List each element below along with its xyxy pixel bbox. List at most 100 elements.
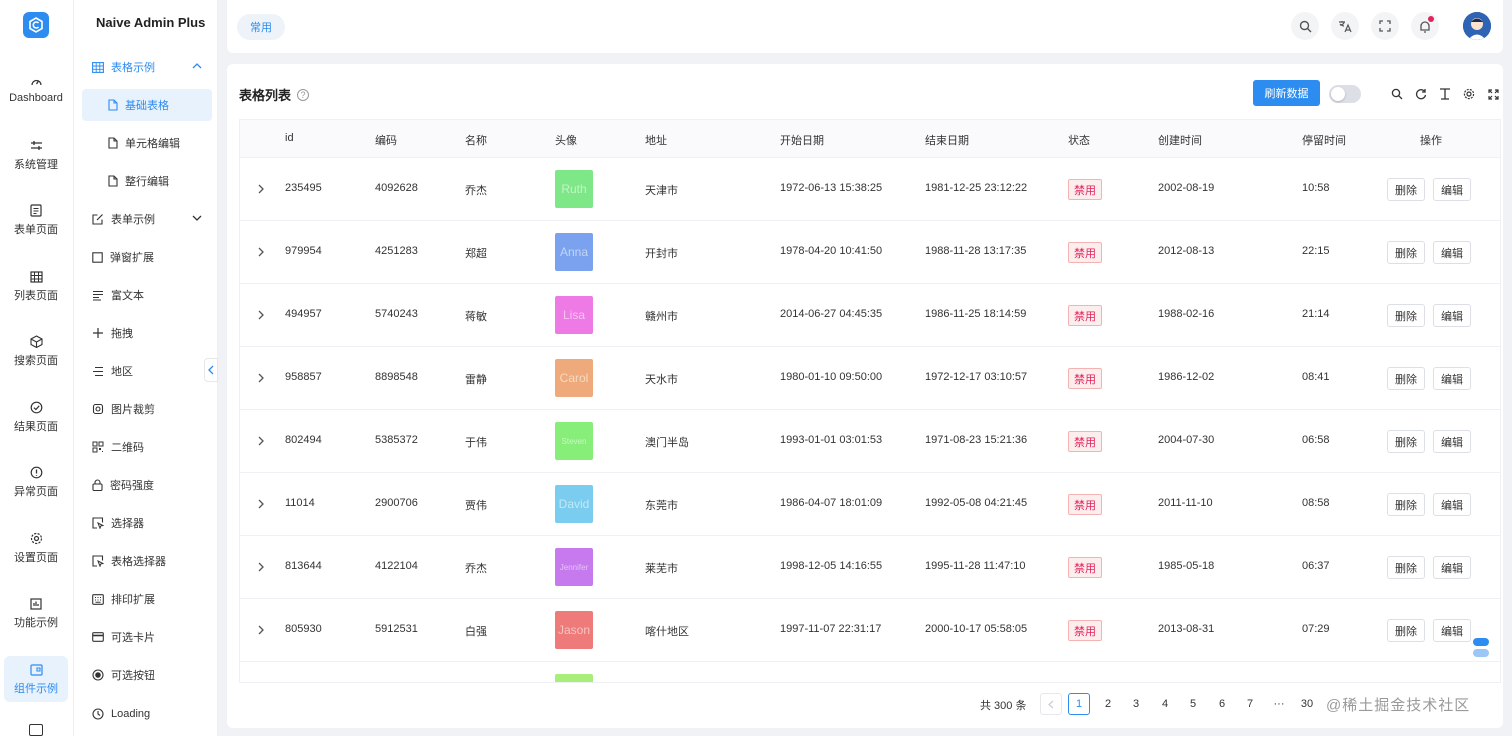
- column-header[interactable]: 开始日期: [780, 132, 824, 148]
- edit-button[interactable]: 编辑: [1433, 304, 1471, 327]
- column-header[interactable]: 头像: [555, 132, 577, 148]
- reload-icon[interactable]: [1414, 87, 1428, 101]
- sidebar-item-4[interactable]: 表单示例: [82, 203, 212, 235]
- pagination-page[interactable]: 7: [1239, 693, 1261, 715]
- expand-row-icon[interactable]: [256, 372, 266, 384]
- notification-bell-icon[interactable]: [1411, 12, 1439, 40]
- column-header[interactable]: 编码: [375, 132, 397, 148]
- sidebar-item-0[interactable]: 表格示例: [82, 51, 212, 83]
- edit-button[interactable]: 编辑: [1433, 493, 1471, 516]
- translate-icon[interactable]: [1331, 12, 1359, 40]
- pagination-page[interactable]: 4: [1154, 693, 1176, 715]
- rail-item-label: 异常页面: [14, 485, 58, 498]
- sidebar-item-2[interactable]: 单元格编辑: [82, 127, 212, 159]
- expand-row-icon[interactable]: [256, 435, 266, 447]
- avatar-text: Lisa: [562, 308, 585, 322]
- rail-item-9[interactable]: 组件示例: [4, 656, 68, 702]
- row-density-icon[interactable]: [1438, 87, 1452, 101]
- sidebar-collapse-button[interactable]: [204, 358, 218, 382]
- fullscreen-icon[interactable]: [1371, 12, 1399, 40]
- floating-toggle[interactable]: [1473, 638, 1489, 660]
- delete-button[interactable]: 删除: [1387, 367, 1425, 390]
- delete-button[interactable]: 删除: [1387, 619, 1425, 642]
- edit-button[interactable]: 编辑: [1433, 241, 1471, 264]
- pagination-ellipsis[interactable]: ···: [1268, 693, 1290, 715]
- sidebar-item-13[interactable]: 表格选择器: [82, 545, 212, 577]
- pagination-page[interactable]: 2: [1097, 693, 1119, 715]
- delete-button[interactable]: 删除: [1387, 178, 1425, 201]
- refresh-data-button[interactable]: 刷新数据: [1253, 80, 1320, 106]
- sidebar-item-11[interactable]: 密码强度: [82, 469, 212, 501]
- table-toggle-switch[interactable]: [1329, 85, 1361, 103]
- expand-row-icon[interactable]: [256, 183, 266, 195]
- sidebar-item-5[interactable]: 弹窗扩展: [82, 241, 212, 273]
- search-icon[interactable]: [1291, 12, 1319, 40]
- column-header[interactable]: id: [285, 132, 294, 144]
- table-search-icon[interactable]: [1390, 87, 1404, 101]
- sidebar-item-6[interactable]: 富文本: [82, 279, 212, 311]
- expand-row-icon[interactable]: [256, 246, 266, 258]
- sidebar-item-8[interactable]: 地区: [82, 355, 212, 387]
- cell-start: 1986-04-07 18:01:09: [780, 497, 883, 509]
- delete-button[interactable]: 删除: [1387, 241, 1425, 264]
- expand-row-icon[interactable]: [256, 498, 266, 510]
- pagination-page[interactable]: 6: [1211, 693, 1233, 715]
- delete-button[interactable]: 删除: [1387, 304, 1425, 327]
- pagination-prev-button[interactable]: [1040, 693, 1062, 715]
- rail-item-6[interactable]: 异常页面: [4, 459, 68, 505]
- rail-item-3[interactable]: 列表页面: [4, 263, 68, 309]
- sidebar-item-3[interactable]: 整行编辑: [82, 165, 212, 197]
- sidebar-item-9[interactable]: 图片裁剪: [82, 393, 212, 425]
- cell-address: 天水市: [645, 374, 678, 386]
- table-fullscreen-icon[interactable]: [1486, 87, 1500, 101]
- sidebar-item-15[interactable]: 可选卡片: [82, 621, 212, 653]
- rail-item-1[interactable]: 系统管理: [4, 132, 68, 178]
- sidebar-item-17[interactable]: Loading: [82, 698, 212, 730]
- edit-button[interactable]: 编辑: [1433, 430, 1471, 453]
- sidebar-item-16[interactable]: 可选按钮: [82, 659, 212, 691]
- cell-start: 1972-06-13 15:38:25: [780, 182, 883, 194]
- column-header[interactable]: 名称: [465, 132, 487, 148]
- expand-row-icon[interactable]: [256, 561, 266, 573]
- rail-item-0[interactable]: Dashboard: [4, 66, 68, 112]
- delete-button[interactable]: 删除: [1387, 430, 1425, 453]
- sidebar-item-1[interactable]: 基础表格: [82, 89, 212, 121]
- column-header[interactable]: 创建时间: [1158, 132, 1202, 148]
- edit-button[interactable]: 编辑: [1433, 178, 1471, 201]
- edit-button[interactable]: 编辑: [1433, 619, 1471, 642]
- expand-row-icon[interactable]: [256, 309, 266, 321]
- column-settings-icon[interactable]: [1462, 87, 1476, 101]
- pagination-page[interactable]: 5: [1182, 693, 1204, 715]
- monitor-icon[interactable]: [29, 724, 43, 736]
- pagination-page[interactable]: 1: [1068, 693, 1090, 715]
- rail-item-7[interactable]: 设置页面: [4, 525, 68, 571]
- delete-button[interactable]: 删除: [1387, 556, 1425, 579]
- rail-item-8[interactable]: 功能示例: [4, 590, 68, 636]
- help-icon[interactable]: ?: [297, 88, 310, 101]
- column-header[interactable]: 操作: [1420, 132, 1442, 148]
- app-logo-icon[interactable]: [23, 12, 49, 38]
- tab-common[interactable]: 常用: [237, 14, 285, 40]
- delete-button[interactable]: 删除: [1387, 493, 1425, 516]
- edit-button[interactable]: 编辑: [1433, 556, 1471, 579]
- sidebar-item-14[interactable]: 排印扩展: [82, 583, 212, 615]
- cell-start: 2014-06-27 04:45:35: [780, 308, 883, 320]
- pagination-page[interactable]: 30: [1296, 693, 1318, 715]
- rail-item-2[interactable]: 表单页面: [4, 197, 68, 243]
- sidebar-item-12[interactable]: 选择器: [82, 507, 212, 539]
- pagination-page[interactable]: 3: [1125, 693, 1147, 715]
- expand-row-icon[interactable]: [256, 624, 266, 636]
- column-header[interactable]: 状态: [1068, 132, 1090, 148]
- column-header[interactable]: 结束日期: [925, 132, 969, 148]
- column-header[interactable]: 停留时间: [1302, 132, 1346, 148]
- avatar-image: David: [555, 485, 593, 523]
- table-row: 958857 8898548 雷静 天水市 1980-01-10 09:50:00 197…: [240, 347, 1500, 410]
- column-header[interactable]: 地址: [645, 132, 667, 148]
- rail-item-4[interactable]: 搜索页面: [4, 328, 68, 374]
- sidebar-item-10[interactable]: 二维码: [82, 431, 212, 463]
- rail-item-5[interactable]: 结果页面: [4, 394, 68, 440]
- user-avatar[interactable]: [1463, 12, 1491, 40]
- sidebar-item-7[interactable]: 拖拽: [82, 317, 212, 349]
- cell-created: 2002-08-19: [1158, 182, 1215, 194]
- edit-button[interactable]: 编辑: [1433, 367, 1471, 390]
